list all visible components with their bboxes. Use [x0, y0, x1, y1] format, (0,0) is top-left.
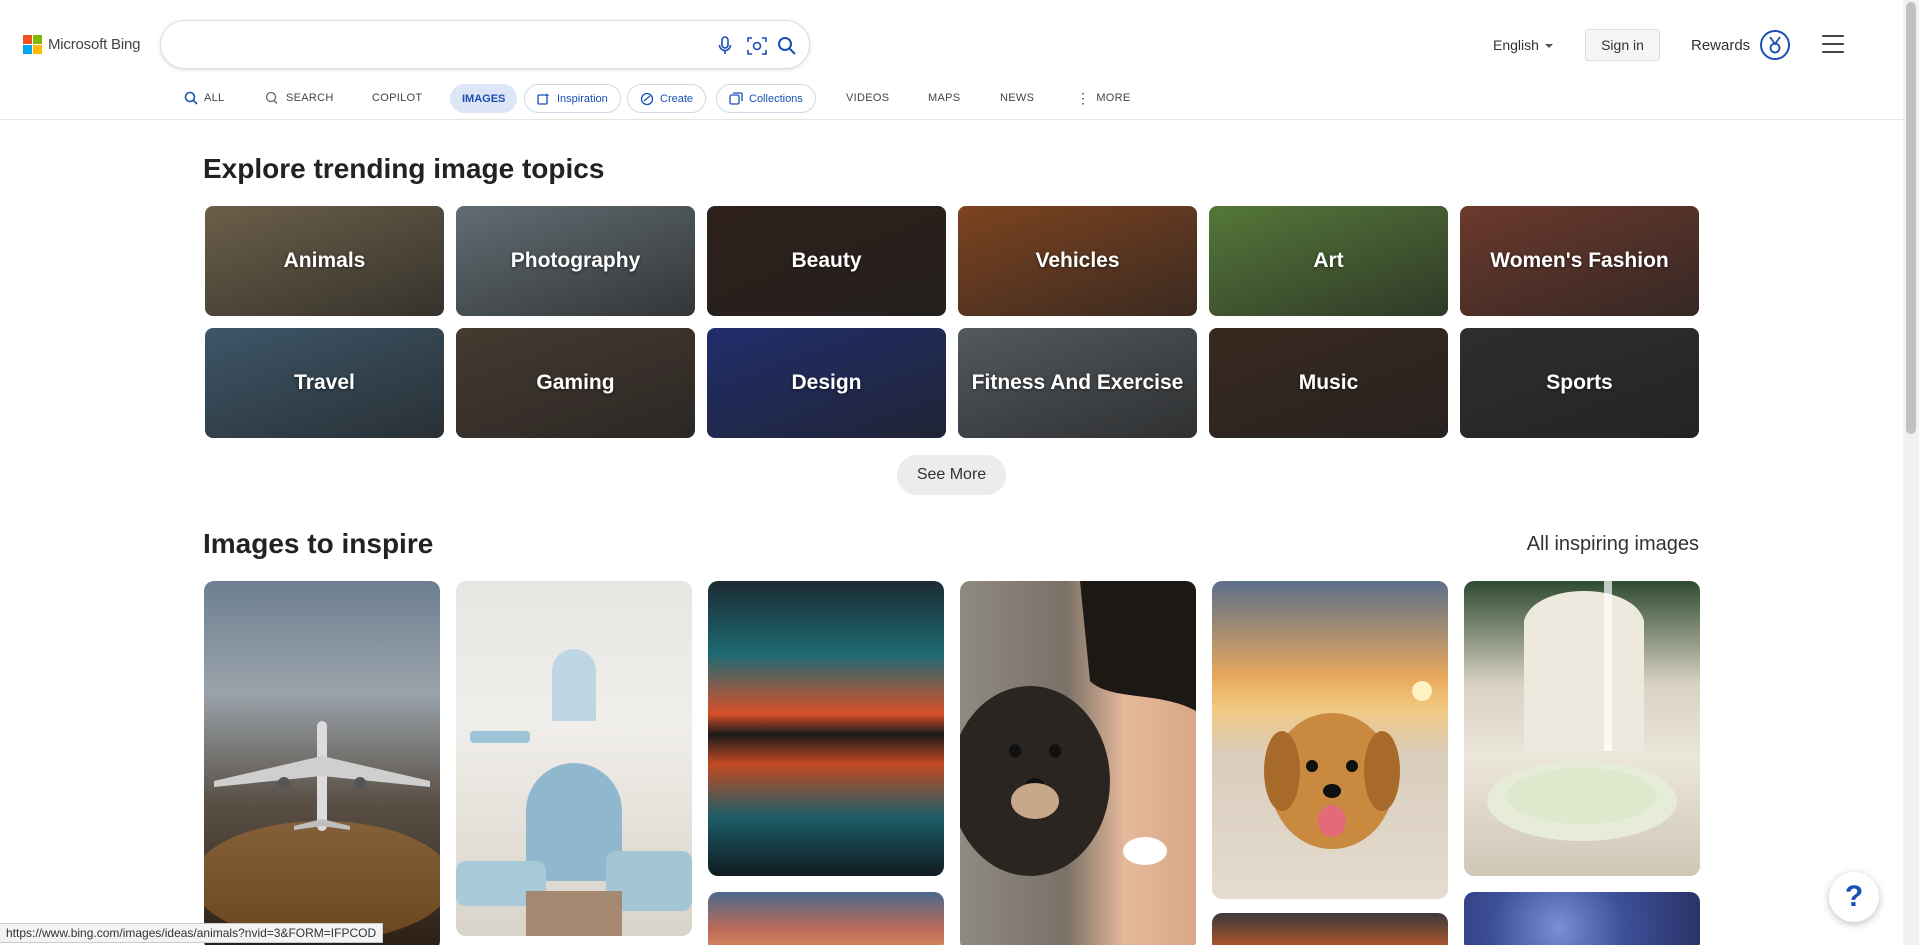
tab-images[interactable]: IMAGES — [450, 84, 518, 113]
inspire-image-dog-selfie[interactable] — [960, 581, 1196, 945]
help-button[interactable]: ? — [1829, 872, 1879, 922]
bing-images-page: Microsoft Bing English Sign in Rewards A… — [0, 0, 1919, 945]
topic-tile-label: Women's Fashion — [1490, 249, 1669, 272]
tab-all[interactable]: ALL — [184, 83, 224, 113]
inspire-image-interior[interactable] — [456, 581, 692, 936]
tab-search[interactable]: SEARCH — [264, 83, 334, 113]
language-label: English — [1493, 37, 1539, 53]
tab-collections[interactable]: Collections — [716, 84, 816, 113]
tab-search-label: SEARCH — [286, 92, 334, 104]
tab-create-label: Create — [660, 92, 694, 105]
search-input[interactable] — [185, 33, 705, 57]
topic-tile-vehicles[interactable]: Vehicles — [958, 206, 1197, 316]
tab-copilot-label: COPILOT — [372, 92, 423, 104]
language-selector[interactable]: English — [1493, 27, 1553, 63]
tab-collections-label: Collections — [749, 92, 803, 105]
topic-tile-label: Art — [1313, 249, 1344, 272]
puppy-illustration — [1264, 681, 1432, 849]
page-scrollbar[interactable] — [1903, 0, 1919, 945]
topic-tile-label: Fitness And Exercise — [971, 371, 1184, 394]
inspire-title: Images to inspire — [203, 528, 434, 559]
tab-inspiration-label: Inspiration — [557, 92, 608, 105]
topic-tile-label: Music — [1298, 371, 1359, 394]
topic-tile-label: Gaming — [536, 371, 615, 394]
topic-tile-label: Travel — [294, 371, 355, 394]
topic-tile-women-s-fashion[interactable]: Women's Fashion — [1460, 206, 1699, 316]
inspire-image-sky[interactable] — [708, 892, 944, 945]
create-icon — [640, 92, 654, 105]
topic-tile-label: Beauty — [791, 249, 862, 272]
search-icon — [184, 91, 198, 105]
tab-news[interactable]: NEWS — [1000, 83, 1034, 113]
trending-title: Explore trending image topics — [203, 153, 605, 184]
tab-videos[interactable]: VIDEOS — [846, 83, 889, 113]
scrollbar-thumb[interactable] — [1906, 2, 1916, 434]
spa-illustration — [1487, 581, 1677, 841]
tab-more-label: MORE — [1096, 92, 1131, 104]
tab-more[interactable]: ⋮ MORE — [1076, 83, 1131, 113]
dog-selfie-illustration — [960, 581, 1196, 876]
inspire-image-spa[interactable] — [1464, 581, 1700, 876]
topic-tile-music[interactable]: Music — [1209, 328, 1448, 438]
topic-tile-label: Design — [791, 371, 862, 394]
topic-tile-label: Photography — [510, 249, 641, 272]
tab-news-label: NEWS — [1000, 92, 1035, 104]
see-more-button[interactable]: See More — [897, 455, 1006, 495]
inspire-image-dusk[interactable] — [1212, 913, 1448, 945]
search-box[interactable] — [160, 20, 810, 69]
inspire-image-bokeh[interactable] — [1464, 892, 1700, 945]
search-icon[interactable] — [775, 34, 799, 58]
topic-tile-label: Sports — [1546, 371, 1613, 394]
topic-tile-label: Animals — [283, 249, 366, 272]
tab-all-label: ALL — [204, 92, 225, 104]
visual-search-icon[interactable] — [745, 34, 769, 58]
topic-grid: Animals Photography Beauty Vehicles Art Women… — [205, 206, 1701, 438]
logo-text: Microsoft Bing — [48, 36, 141, 53]
rewards-label: Rewards — [1691, 36, 1751, 54]
rewards-button[interactable]: Rewards — [1691, 27, 1791, 63]
inspire-image-sunset-lake[interactable] — [708, 581, 944, 876]
tab-images-label: IMAGES — [462, 92, 506, 105]
sign-in-button[interactable]: Sign in — [1585, 29, 1660, 61]
chevron-down-icon — [1544, 44, 1553, 48]
topic-tile-fitness-and-exercise[interactable]: Fitness And Exercise — [958, 328, 1197, 438]
search-chat-icon — [265, 91, 278, 104]
inspire-image-puppy-beach[interactable] — [1212, 581, 1448, 899]
topic-tile-travel[interactable]: Travel — [205, 328, 444, 438]
topic-tile-sports[interactable]: Sports — [1460, 328, 1699, 438]
topic-tile-photography[interactable]: Photography — [456, 206, 695, 316]
menu-icon[interactable] — [1822, 35, 1844, 53]
topic-tile-design[interactable]: Design — [707, 328, 946, 438]
tab-maps-label: MAPS — [928, 92, 961, 104]
microphone-icon[interactable] — [713, 34, 737, 58]
link-status-bar: https://www.bing.com/images/ideas/animal… — [0, 923, 384, 943]
more-dots-icon: ⋮ — [1076, 90, 1091, 106]
bing-logo[interactable]: Microsoft Bing — [23, 35, 140, 54]
topic-tile-label: Vehicles — [1035, 249, 1120, 272]
tab-videos-label: VIDEOS — [846, 92, 890, 104]
inspire-image-airplane[interactable] — [204, 581, 440, 945]
inspiration-icon — [537, 92, 550, 105]
all-inspiring-images-link[interactable]: All inspiring images — [1527, 533, 1699, 556]
topic-tile-animals[interactable]: Animals — [205, 206, 444, 316]
collections-icon — [729, 91, 743, 105]
microsoft-logo-icon — [23, 35, 42, 54]
tab-maps[interactable]: MAPS — [928, 83, 960, 113]
tab-create[interactable]: Create — [627, 84, 707, 113]
topic-tile-gaming[interactable]: Gaming — [456, 328, 695, 438]
airplane-illustration — [204, 721, 440, 941]
topic-tile-beauty[interactable]: Beauty — [707, 206, 946, 316]
tab-copilot[interactable]: COPILOT — [372, 83, 422, 113]
rewards-medal-icon — [1760, 30, 1791, 60]
vertical-nav: ALL SEARCH COPILOT IMAGES Inspiration Cr… — [0, 83, 1903, 120]
interior-illustration — [456, 649, 692, 936]
tab-inspiration[interactable]: Inspiration — [524, 84, 621, 113]
topic-tile-art[interactable]: Art — [1209, 206, 1448, 316]
